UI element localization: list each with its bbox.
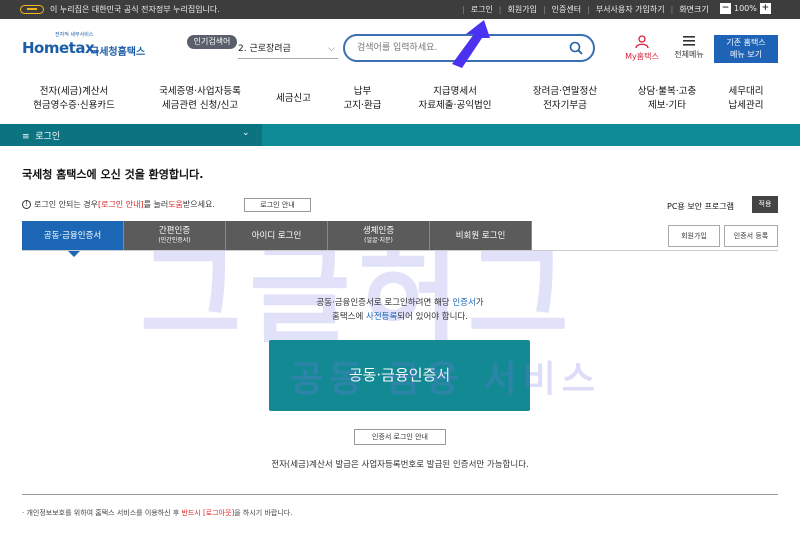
tab-simple-auth[interactable]: 간편인증 (민간인증서) bbox=[124, 221, 226, 251]
cert-register-button[interactable]: 인증서 등록 bbox=[724, 225, 778, 247]
nav-payment[interactable]: 납부 고지·환급 bbox=[330, 78, 395, 120]
popular-search-value: 2. 근로장려금 bbox=[238, 44, 291, 54]
search-icon[interactable] bbox=[569, 41, 583, 55]
cert-login-guide-button[interactable]: 인증서 로그인 안내 bbox=[354, 429, 446, 445]
government-logo-icon bbox=[20, 5, 44, 14]
breadcrumb: ≡ 로그인 ⌄ bbox=[0, 124, 800, 146]
logout-reminder: · 개인정보보호를 위하여 홈택스 서비스를 이용하신 후 반드시 [로그아웃]… bbox=[22, 509, 293, 517]
tab-biometric[interactable]: 생체인증 (얼굴·지문) bbox=[328, 221, 430, 251]
cert-center-link[interactable]: 인증센터 bbox=[552, 4, 581, 15]
logo-tagline: 전자적 세무서비스 bbox=[55, 32, 94, 38]
all-menu-button[interactable]: 전체메뉴 bbox=[670, 35, 708, 60]
zoom-out-button[interactable]: − bbox=[720, 3, 731, 14]
login-guide-link[interactable]: [로그인 안내] bbox=[98, 199, 144, 210]
my-hometax-label: My홈택스 bbox=[625, 52, 659, 61]
nav-consultation[interactable]: 상담·불복·고충 제보·기타 bbox=[622, 78, 712, 120]
popular-search-tag: 인기검색어 bbox=[187, 35, 237, 49]
hometax-logo[interactable]: Hometax. bbox=[22, 39, 100, 57]
cert-description: 공동·금융인증서로 로그인하려면 해당 인증서가 홈택스에 사전등록되어 있어야… bbox=[316, 298, 484, 322]
legacy-menu-line1: 기존 홈택스 bbox=[726, 38, 766, 47]
nav-e-invoice[interactable]: 전자(세금)계산서 현금영수증·신용카드 bbox=[14, 78, 134, 120]
login-link[interactable]: 로그인 bbox=[471, 4, 493, 15]
gov-notice: 이 누리집은 대한민국 공식 전자정부 누리집입니다. bbox=[50, 5, 220, 14]
nav-tax-filing[interactable]: 세금신고 bbox=[266, 78, 321, 120]
join-button[interactable]: 회원가입 bbox=[668, 225, 720, 247]
top-utility-bar: 이 누리집은 대한민국 공식 전자정부 누리집입니다. | 로그인 | 회원가입… bbox=[0, 0, 800, 19]
tab-joint-cert[interactable]: 공동·금융인증서 bbox=[22, 221, 124, 257]
main-navigation: 전자(세금)계산서 현금영수증·신용카드 국세증명·사업자등록 세금관련 신청/… bbox=[0, 78, 800, 120]
tab-guest-login[interactable]: 비회원 로그인 bbox=[430, 221, 532, 251]
zoom-control: − 100% + bbox=[720, 3, 771, 14]
chevron-down-icon: ⌵ bbox=[328, 44, 335, 54]
hometax-logo-korean: 국세청홈택스 bbox=[90, 47, 146, 58]
popular-search-select[interactable]: 2. 근로장려금 ⌵ bbox=[238, 39, 338, 59]
watermark-text-small: 공동 금융 서비스 bbox=[290, 359, 601, 400]
chevron-down-icon[interactable]: ⌄ bbox=[242, 128, 250, 138]
e-invoice-cert-note: 전자(세금)계산서 발급은 사업자등록번호로 발급된 인증서만 가능합니다. bbox=[271, 460, 529, 470]
page-title: 국세청 홈택스에 오신 것을 환영합니다. bbox=[22, 168, 204, 181]
zoom-value: 100% bbox=[734, 4, 757, 13]
info-icon: ! bbox=[22, 200, 31, 209]
login-tabs: 공동·금융인증서 간편인증 (민간인증서) 아이디 로그인 생체인증 (얼굴·지… bbox=[22, 221, 532, 257]
login-help-notice: ! 로그인 안되는 경우 [로그인 안내] 를 눌러 도움 받으세요. bbox=[22, 199, 215, 210]
nav-certificate-registration[interactable]: 국세증명·사업자등록 세금관련 신청/신고 bbox=[140, 78, 260, 120]
nav-payment-statement[interactable]: 지급명세서 자료제출·공익법인 bbox=[405, 78, 505, 120]
my-hometax-button[interactable]: My홈택스 bbox=[622, 35, 662, 62]
apply-security-button[interactable]: 적용 bbox=[752, 196, 778, 213]
hamburger-icon bbox=[683, 36, 695, 46]
login-guide-button[interactable]: 로그인 안내 bbox=[244, 198, 311, 212]
tab-id-login[interactable]: 아이디 로그인 bbox=[226, 221, 328, 251]
all-menu-label: 전체메뉴 bbox=[674, 50, 704, 59]
legacy-menu-button[interactable]: 기존 홈택스 메뉴 보기 bbox=[714, 35, 778, 63]
user-icon bbox=[635, 35, 649, 49]
zoom-in-button[interactable]: + bbox=[759, 3, 771, 14]
breadcrumb-current[interactable]: ≡ 로그인 bbox=[22, 129, 60, 142]
signup-link[interactable]: 회원가입 bbox=[508, 4, 537, 15]
utility-links: | 로그인 | 회원가입 | 인증센터 | 부서사용자 가입하기 | 화면크기 bbox=[462, 4, 709, 15]
nav-incentive[interactable]: 장려금·연말정산 전자기부금 bbox=[515, 78, 615, 120]
tab-divider bbox=[22, 250, 778, 251]
footer-divider bbox=[22, 494, 778, 495]
dept-user-signup-link[interactable]: 부서사용자 가입하기 bbox=[596, 4, 665, 15]
site-header: 전자적 세무서비스 Hometax. 국세청홈택스 인기검색어 2. 근로장려금… bbox=[0, 19, 800, 75]
legacy-menu-line2: 메뉴 보기 bbox=[730, 50, 762, 59]
nav-tax-agent[interactable]: 세무대리 납세관리 bbox=[716, 78, 776, 120]
annotation-arrow-icon bbox=[452, 20, 490, 68]
pc-security-label: PC용 보안 프로그램 bbox=[667, 202, 735, 211]
page: 이 누리집은 대한민국 공식 전자정부 누리집입니다. | 로그인 | 회원가입… bbox=[0, 0, 800, 533]
screen-size-label: 화면크기 bbox=[679, 5, 709, 14]
